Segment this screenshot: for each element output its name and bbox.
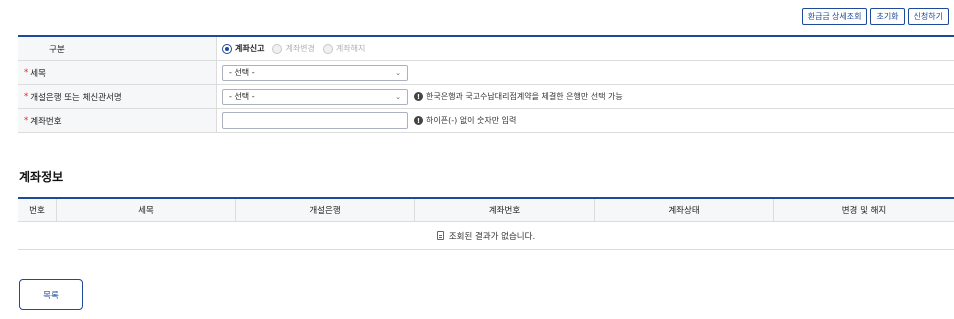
col-number: 번호 — [18, 199, 57, 221]
section-title: 계좌정보 — [19, 170, 64, 184]
tax-select[interactable]: - 선택 - ⌄ — [222, 64, 408, 81]
table-header: 번호 세목 개설은행 계좌번호 계좌상태 변경 및 해지 — [18, 199, 954, 222]
reset-button[interactable]: 초기화 — [870, 8, 905, 25]
col-change-cancel: 변경 및 해지 — [841, 206, 887, 216]
radio-disabled-icon[interactable] — [322, 43, 333, 54]
bank-select[interactable]: - 선택 - ⌄ — [222, 88, 408, 105]
document-icon — [436, 231, 444, 240]
tax-label: 세목 — [30, 68, 46, 79]
chevron-down-icon: ⌄ — [395, 68, 401, 77]
radio-disabled-icon[interactable] — [272, 43, 283, 54]
type-label: 구분 — [18, 37, 217, 60]
list-button[interactable]: 목록 — [19, 279, 83, 310]
col-tax: 세목 — [57, 199, 236, 221]
radio-account-cancel[interactable]: 계좌해지 — [322, 43, 365, 54]
empty-message: 조회된 결과가 없습니다. — [448, 231, 536, 242]
radio-account-change[interactable]: 계좌변경 — [272, 43, 315, 54]
top-toolbar: 환급금 상세조회 초기화 신청하기 — [801, 8, 949, 25]
apply-button[interactable]: 신청하기 — [907, 8, 949, 25]
radio-selected-icon[interactable] — [222, 43, 232, 54]
col-account-status: 계좌상태 — [595, 199, 774, 221]
account-form: 구분 계좌신고 계좌변경 계좌해지 * 세목 - 선택 - ⌄ * 개설은행 또… — [18, 35, 954, 133]
col-account-number: 계좌번호 — [415, 199, 595, 221]
bank-label: 개설은행 또는 체신관서명 — [30, 92, 122, 103]
info-icon: ! — [414, 116, 423, 125]
form-row-bank: * 개설은행 또는 체신관서명 - 선택 - ⌄ ! 한국은행과 국고수납대리점… — [18, 85, 954, 109]
required-mark: * — [24, 67, 29, 78]
account-number-input[interactable] — [222, 112, 408, 129]
refund-detail-button[interactable]: 환급금 상세조회 — [801, 8, 868, 25]
info-icon: ! — [414, 92, 423, 101]
required-mark: * — [24, 91, 29, 102]
required-mark: * — [24, 115, 29, 126]
chevron-down-icon: ⌄ — [395, 92, 401, 101]
radio-account-report[interactable]: 계좌신고 — [222, 43, 264, 54]
form-row-tax: * 세목 - 선택 - ⌄ — [18, 61, 954, 85]
empty-row: 조회된 결과가 없습니다. — [18, 222, 954, 250]
form-row-account: * 계좌번호 ! 하이픈(-) 없이 숫자만 입력 — [18, 109, 954, 133]
bank-hint: ! 한국은행과 국고수납대리점계약을 체결한 은행만 선택 가능 — [414, 91, 623, 102]
form-row-type: 구분 계좌신고 계좌변경 계좌해지 — [18, 37, 954, 61]
account-label: 계좌번호 — [30, 116, 62, 127]
account-hint: ! 하이픈(-) 없이 숫자만 입력 — [414, 115, 516, 126]
account-info-table: 번호 세목 개설은행 계좌번호 계좌상태 변경 및 해지 조회된 결과가 없습니… — [18, 197, 954, 250]
col-bank: 개설은행 — [236, 199, 415, 221]
